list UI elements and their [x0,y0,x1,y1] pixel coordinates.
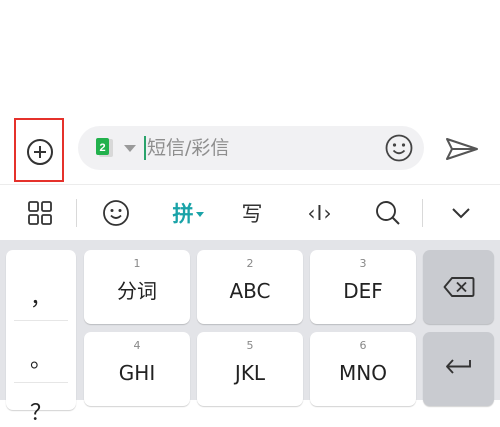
handwriting-button[interactable]: 写 [232,185,272,241]
symbol-divider [14,320,68,321]
keyboard-toolbar: 拼 写 ‹I› [0,184,500,241]
key-4[interactable]: 4 GHI [84,332,190,406]
message-input[interactable]: 2 短信/彩信 [78,126,424,170]
plus-circle-icon [27,139,53,165]
key-label: DEF [343,279,383,303]
enter-icon-wrap [423,332,494,406]
key-label: JKL [234,361,266,385]
key-label: ABC [229,279,271,303]
apps-button[interactable] [22,185,58,241]
text-cursor [144,136,146,160]
chevron-down-icon [452,208,470,219]
keyboard: ， 。 ？ 1 分词 2 ABC 3 DEF 4 GHI 5 JKL 6 MNO [0,240,500,426]
key-label: 分词 [117,279,157,303]
key-6[interactable]: 6 MNO [310,332,416,406]
backspace-icon-wrap [423,250,494,324]
sim-card-icon[interactable]: 2 [94,137,116,159]
attach-button[interactable] [14,118,64,182]
message-area [0,0,500,112]
send-icon[interactable] [444,136,480,162]
smiley-icon[interactable] [384,133,414,163]
sim-dropdown-arrow[interactable] [124,145,136,152]
key-1[interactable]: 1 分词 [84,250,190,324]
key-5[interactable]: 5 JKL [197,332,303,406]
grid-icon [28,201,52,225]
sim-badge: 2 [99,142,105,154]
enter-icon [445,359,471,374]
input-placeholder: 短信/彩信 [147,137,230,159]
key-2[interactable]: 2 ABC [197,250,303,324]
toolbar-divider [76,199,77,227]
handwriting-label: 写 [241,202,263,226]
key-number: 1 [133,257,141,270]
smiley-icon [103,200,129,226]
toolbar-divider [422,199,423,227]
key-number: 6 [359,339,367,352]
key-number: 5 [246,339,254,352]
key-number: 3 [359,257,367,270]
enter-key[interactable] [423,332,494,406]
backspace-icon [443,277,474,297]
emoji-button[interactable] [98,185,134,241]
symbol-column[interactable]: ， 。 ？ [6,250,76,426]
cursor-label: ‹I› [307,201,333,225]
search-button[interactable] [370,185,406,241]
chevron-down-icon [195,211,204,217]
key-number: 4 [133,339,141,352]
key-label: GHI [118,361,156,385]
cursor-button[interactable]: ‹I› [298,185,342,241]
search-icon [376,201,400,225]
pinyin-mode-button[interactable]: 拼 [164,185,212,241]
key-number: 2 [246,257,254,270]
pinyin-label: 拼 [172,202,194,226]
collapse-keyboard-button[interactable] [444,185,478,241]
key-label: MNO [339,361,387,385]
key-3[interactable]: 3 DEF [310,250,416,324]
compose-bar: 2 短信/彩信 [0,112,500,184]
backspace-key[interactable] [423,250,494,324]
symbol-divider [14,382,68,383]
symbol-key[interactable]: ， [6,280,76,312]
symbol-key[interactable]: 。 [6,342,76,374]
